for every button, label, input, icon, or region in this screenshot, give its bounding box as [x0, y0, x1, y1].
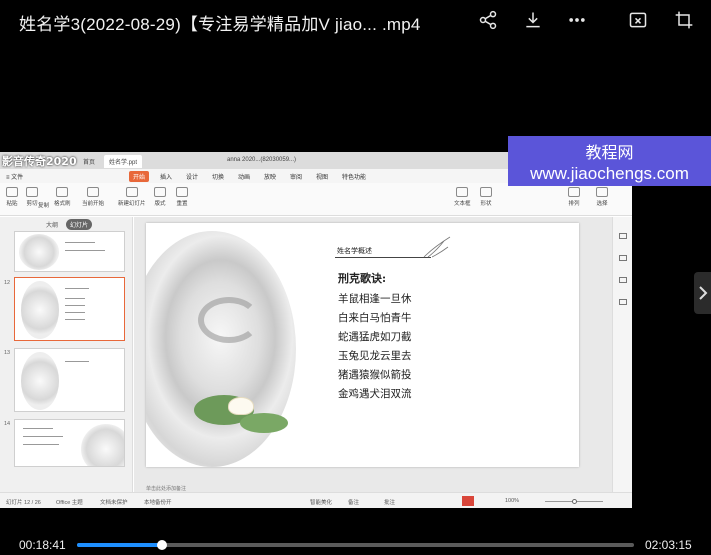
- backup-state: 本地备份开: [144, 500, 172, 506]
- comments-button: 批注: [384, 500, 396, 506]
- progress-fill: [77, 543, 162, 547]
- video-title: 姓名学3(2022-08-29)【专注易学精品加V jiao... .mp4: [19, 15, 421, 34]
- slide-number: 12: [4, 280, 11, 286]
- video-frame[interactable]: 影音传奇2020 首页 姓名学.ppt anna 2020...(8203005…: [0, 152, 632, 508]
- more-icon[interactable]: [565, 8, 589, 32]
- slide: 姓名学概述 刑克歌诀: 羊鼠相逢一旦休 白来白马怕青牛 蛇遇猛虎如刀截 玉兔见龙…: [146, 223, 579, 467]
- menu-animation: 动画: [238, 175, 251, 181]
- slide-thumbnail: [14, 231, 125, 272]
- progress-bar[interactable]: [77, 540, 634, 550]
- ribbon-paste: 粘贴: [6, 187, 18, 207]
- ribbon-new-slide: 新建幻灯片: [118, 187, 146, 207]
- download-icon[interactable]: [521, 8, 545, 32]
- ribbon-copy: 复制: [38, 203, 50, 209]
- progress-knob[interactable]: [156, 540, 167, 550]
- watermark-line2: www.jiaochengs.com: [530, 164, 689, 183]
- share-icon[interactable]: [476, 8, 500, 32]
- ribbon-layout: 版式: [154, 187, 166, 207]
- theme-name: Office 主题: [56, 500, 83, 506]
- poem-line: 羊鼠相逢一旦休: [338, 293, 412, 305]
- chevron-right-icon: [698, 286, 707, 300]
- poem-block: 刑克歌诀: 羊鼠相逢一旦休 白来白马怕青牛 蛇遇猛虎如刀截 玉兔见龙云里去 猪遇…: [338, 270, 412, 404]
- ribbon-reset: 重置: [176, 187, 188, 207]
- menu-slideshow: 放映: [264, 175, 277, 181]
- notes-button: 备注: [348, 500, 360, 506]
- slide-number: 13: [4, 350, 11, 356]
- slide-thumbnail: [14, 419, 125, 467]
- menu-insert: 插入: [160, 175, 173, 181]
- slide-title: 姓名学概述: [337, 247, 372, 255]
- wps-tab-other: anna 2020...(82030059...): [227, 157, 297, 163]
- poem-line: 白来白马怕青牛: [338, 312, 412, 324]
- poem-line: 蛇遇猛虎如刀截: [338, 331, 412, 343]
- poem-heading: 刑克歌诀:: [338, 272, 387, 285]
- ribbon-textbox: 文本框: [454, 187, 471, 207]
- menu-file: ≡ 文件: [6, 175, 24, 181]
- wps-ribbon: 粘贴 剪切 复制 格式刷 当前开始 新建幻灯片 版式 重置 文本框 形状 排列 …: [0, 183, 632, 216]
- slide-thumbnail: [14, 348, 125, 412]
- ribbon-shape: 形状: [480, 187, 492, 207]
- slide-canvas: 姓名学概述 刑克歌诀: 羊鼠相逢一旦休 白来白马怕青牛 蛇遇猛虎如刀截 玉兔见龙…: [134, 217, 612, 492]
- doc-state: 文档未保护: [100, 500, 128, 506]
- zoom-knob: [572, 499, 577, 504]
- tab-outline: 大纲: [46, 223, 59, 229]
- title-underline: [335, 257, 431, 258]
- lily-pad: [240, 413, 288, 433]
- duration-time: 02:03:15: [645, 538, 692, 552]
- menu-start: 开始: [129, 171, 150, 182]
- grass-ornament: [423, 236, 451, 258]
- next-video-button[interactable]: [694, 272, 711, 314]
- beautify-button: 智能美化: [310, 500, 333, 506]
- menu-review: 审阅: [290, 175, 303, 181]
- menu-view: 视图: [316, 175, 329, 181]
- top-bar: 姓名学3(2022-08-29)【专注易学精品加V jiao... .mp4: [0, 0, 711, 42]
- ink-swirl: [198, 297, 260, 343]
- slide-thumbnail-selected: [14, 277, 125, 341]
- menu-transition: 切换: [212, 175, 225, 181]
- poem-line: 金鸡遇犬泪双流: [338, 388, 412, 400]
- watermark: 教程网 www.jiaochengs.com: [508, 136, 711, 186]
- ribbon-arrange: 排列: [568, 187, 580, 207]
- right-toolbar: [612, 217, 632, 492]
- menu-design: 设计: [186, 175, 199, 181]
- menu-special: 特色功能: [342, 175, 367, 181]
- picture-in-picture-icon[interactable]: [626, 8, 650, 32]
- lotus-flower: [228, 397, 254, 415]
- current-time: 00:18:41: [19, 538, 66, 552]
- poem-line: 猪遇猿猴似箭投: [338, 369, 412, 381]
- wps-tab-ppt: 姓名学.ppt: [104, 155, 143, 168]
- ribbon-cut: 剪切: [26, 187, 38, 207]
- tab-slides: 幻灯片: [66, 219, 93, 230]
- wps-tab-home: 首页: [83, 160, 96, 166]
- status-bar: 幻灯片 12 / 26 Office 主题 文档未保护 本地备份开 智能美化 备…: [0, 492, 632, 508]
- notes-placeholder: 单击此处添加备注: [146, 486, 187, 492]
- thumbs-header: 大纲 幻灯片: [0, 217, 133, 231]
- ribbon-format-painter: 格式刷: [54, 187, 71, 207]
- zoom-level: 100%: [505, 498, 520, 504]
- ribbon-current-start: 当前开始: [82, 187, 104, 207]
- slide-thumbnails-panel: 大纲 幻灯片 12 13 14: [0, 217, 133, 492]
- slide-number: 14: [4, 421, 11, 427]
- ribbon-select: 选择: [596, 187, 608, 207]
- crop-icon[interactable]: [672, 8, 696, 32]
- poem-line: 玉兔见龙云里去: [338, 350, 412, 362]
- slideshow-play-icon: [462, 496, 474, 506]
- app-logo: 影音传奇2020: [2, 155, 77, 168]
- watermark-line1: 教程网: [585, 145, 634, 162]
- slide-count: 幻灯片 12 / 26: [6, 500, 41, 506]
